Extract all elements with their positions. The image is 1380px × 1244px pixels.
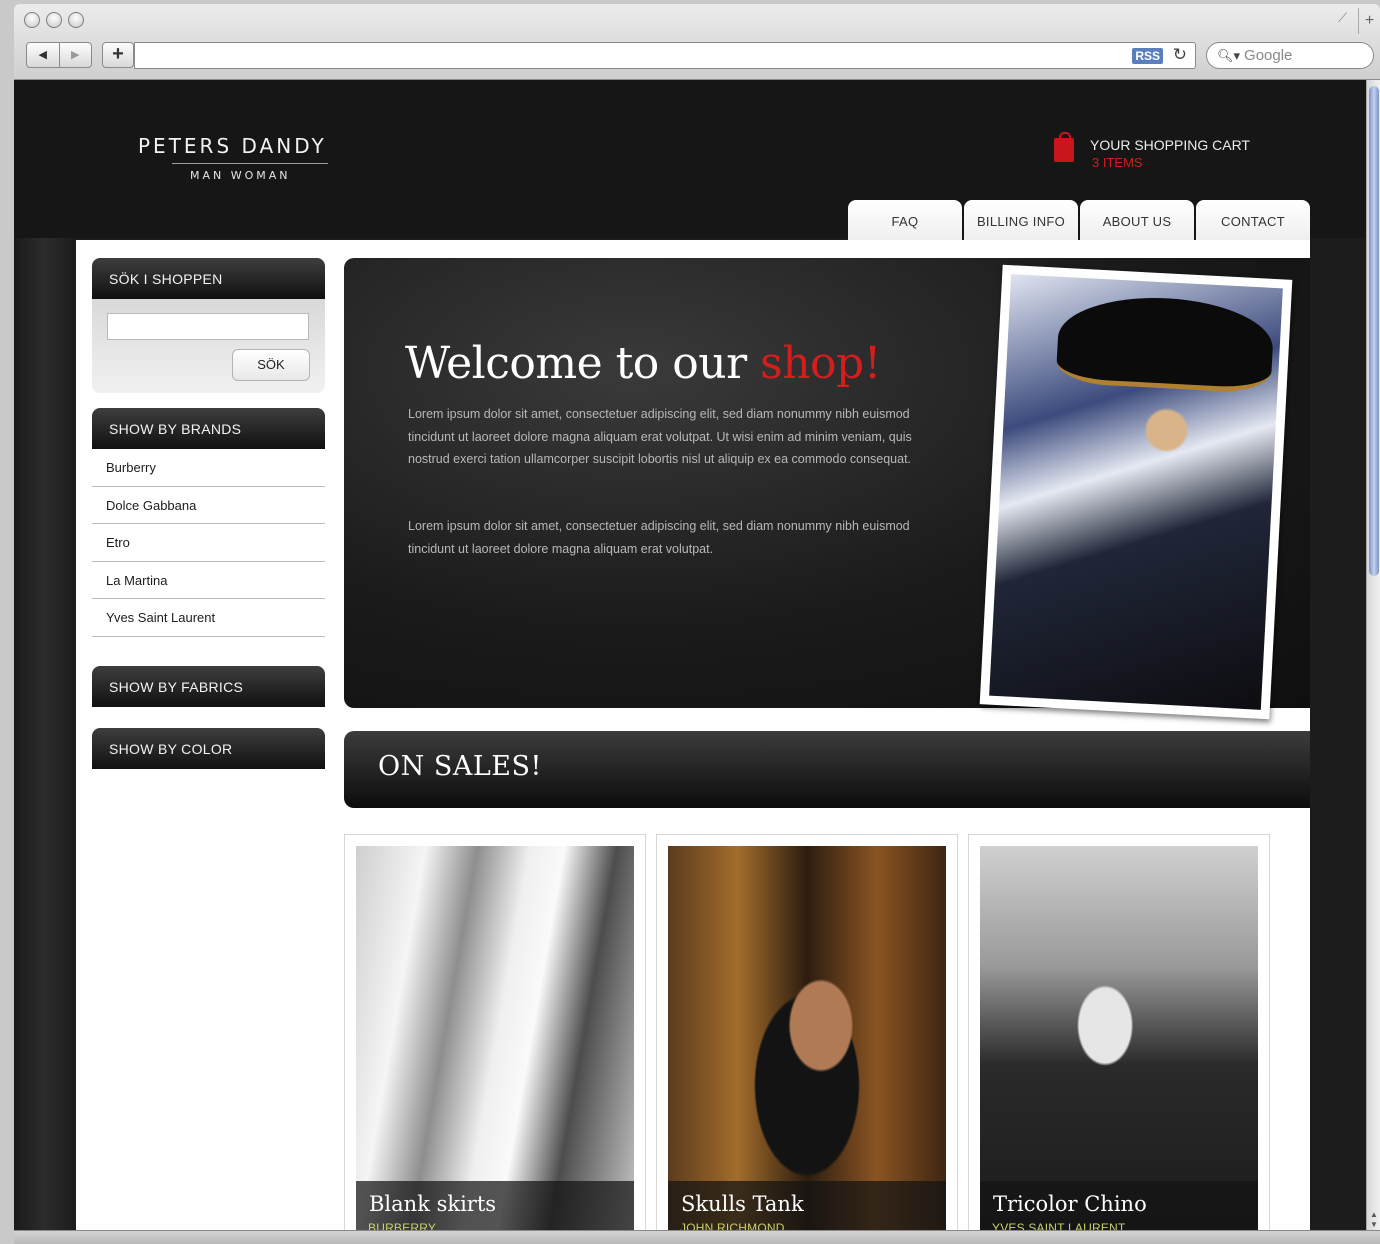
back-arrow-icon[interactable]: ◀	[27, 43, 59, 67]
web-page: PETERS DANDY MAN WOMAN YOUR SHOPPING CAR…	[14, 80, 1366, 1244]
address-bar[interactable]: RSS ↻	[134, 42, 1196, 69]
tricorn-hat-shape	[1055, 292, 1276, 394]
search-button[interactable]: SÖK	[232, 349, 310, 381]
minimize-window-button[interactable]	[46, 12, 62, 28]
product-card[interactable]: Tricolor Chino YVES SAINT LAURENT	[968, 834, 1270, 1244]
rss-icon[interactable]: RSS	[1132, 48, 1163, 64]
brand-list: Burberry Dolce Gabbana Etro La Martina Y…	[92, 449, 325, 637]
scroll-thumb[interactable]	[1369, 86, 1379, 576]
vertical-scrollbar[interactable]: ▲ ▼	[1366, 80, 1380, 1244]
status-bar	[14, 1230, 1380, 1244]
add-bookmark-button[interactable]: +	[102, 42, 134, 68]
resize-icon[interactable]: ⟋	[1338, 10, 1354, 26]
on-sales-title: ON SALES!	[378, 751, 542, 782]
content-area: SÖK I SHOPPEN SÖK SHOW BY BRANDS Burberr…	[76, 240, 1310, 1244]
nav-tab-contact[interactable]: CONTACT	[1196, 200, 1310, 240]
scroll-arrows-icon[interactable]: ▲ ▼	[1367, 1210, 1380, 1230]
hero-title: Welcome to our shop!	[405, 338, 881, 389]
nav-tab-faq[interactable]: FAQ	[848, 200, 962, 240]
browser-search-field[interactable]: 🔍︎▾ Google	[1206, 42, 1374, 69]
product-name[interactable]: Skulls Tank	[681, 1192, 804, 1216]
color-section-title[interactable]: SHOW BY COLOR	[92, 728, 325, 769]
photo-image	[989, 274, 1283, 710]
featured-model-photo	[979, 264, 1293, 720]
site-logo[interactable]: PETERS DANDY	[138, 134, 327, 158]
brand-link[interactable]: Yves Saint Laurent	[92, 599, 325, 637]
main-nav: FAQ BILLING INFO ABOUT US CONTACT	[848, 200, 1312, 240]
hero-title-main: Welcome to our	[405, 338, 761, 389]
browser-window: ⟋ + ◀ ▶ + RSS ↻ 🔍︎▾ Google PETERS DANDY M…	[14, 4, 1380, 1244]
hero-paragraph: Lorem ipsum dolor sit amet, consectetuer…	[408, 519, 910, 556]
forward-arrow-icon[interactable]: ▶	[58, 43, 92, 67]
cart-item-count[interactable]: 3 ITEMS	[1092, 155, 1143, 170]
product-name[interactable]: Blank skirts	[369, 1192, 496, 1216]
search-placeholder: Google	[1244, 47, 1293, 64]
fabrics-section-title[interactable]: SHOW BY FABRICS	[92, 666, 325, 707]
search-box: SÖK	[92, 299, 325, 393]
brands-section-title[interactable]: SHOW BY BRANDS	[92, 408, 325, 449]
browser-toolbar: ⟋ + ◀ ▶ + RSS ↻ 🔍︎▾ Google	[14, 4, 1380, 80]
brand-link[interactable]: La Martina	[92, 562, 325, 599]
close-window-button[interactable]	[24, 12, 40, 28]
shop-search-input[interactable]	[107, 313, 309, 340]
on-sales-header: ON SALES!	[344, 731, 1310, 808]
brand-link[interactable]: Burberry	[92, 449, 325, 487]
brand-link[interactable]: Dolce Gabbana	[92, 487, 325, 524]
logo-divider	[172, 163, 328, 164]
back-forward-buttons: ◀ ▶	[26, 42, 92, 68]
product-card[interactable]: Skulls Tank JOHN RICHMOND	[656, 834, 958, 1244]
logo-subtitle[interactable]: MAN WOMAN	[190, 169, 291, 182]
shopping-bag-icon[interactable]	[1054, 132, 1074, 162]
brand-link[interactable]: Etro	[92, 524, 325, 562]
zoom-window-button[interactable]	[68, 12, 84, 28]
product-image[interactable]: Blank skirts BURBERRY	[356, 846, 634, 1244]
product-name[interactable]: Tricolor Chino	[993, 1192, 1147, 1216]
nav-tab-about-us[interactable]: ABOUT US	[1080, 200, 1194, 240]
welcome-banner: Welcome to our shop! Lorem ipsum dolor s…	[344, 258, 1310, 720]
product-image[interactable]: Tricolor Chino YVES SAINT LAURENT	[980, 846, 1258, 1244]
shopping-cart-link[interactable]: YOUR SHOPPING CART	[1090, 137, 1250, 153]
search-icon: 🔍︎▾	[1217, 48, 1241, 63]
product-image[interactable]: Skulls Tank JOHN RICHMOND	[668, 846, 946, 1244]
product-card[interactable]: Blank skirts BURBERRY	[344, 834, 646, 1244]
new-tab-plus-icon[interactable]: +	[1358, 8, 1380, 34]
hero-paragraph: Lorem ipsum dolor sit amet, consectetuer…	[408, 407, 912, 466]
search-box-title: SÖK I SHOPPEN	[92, 258, 325, 299]
reload-icon[interactable]: ↻	[1173, 45, 1187, 65]
hero-title-accent: shop!	[760, 338, 881, 389]
nav-tab-billing-info[interactable]: BILLING INFO	[964, 200, 1078, 240]
